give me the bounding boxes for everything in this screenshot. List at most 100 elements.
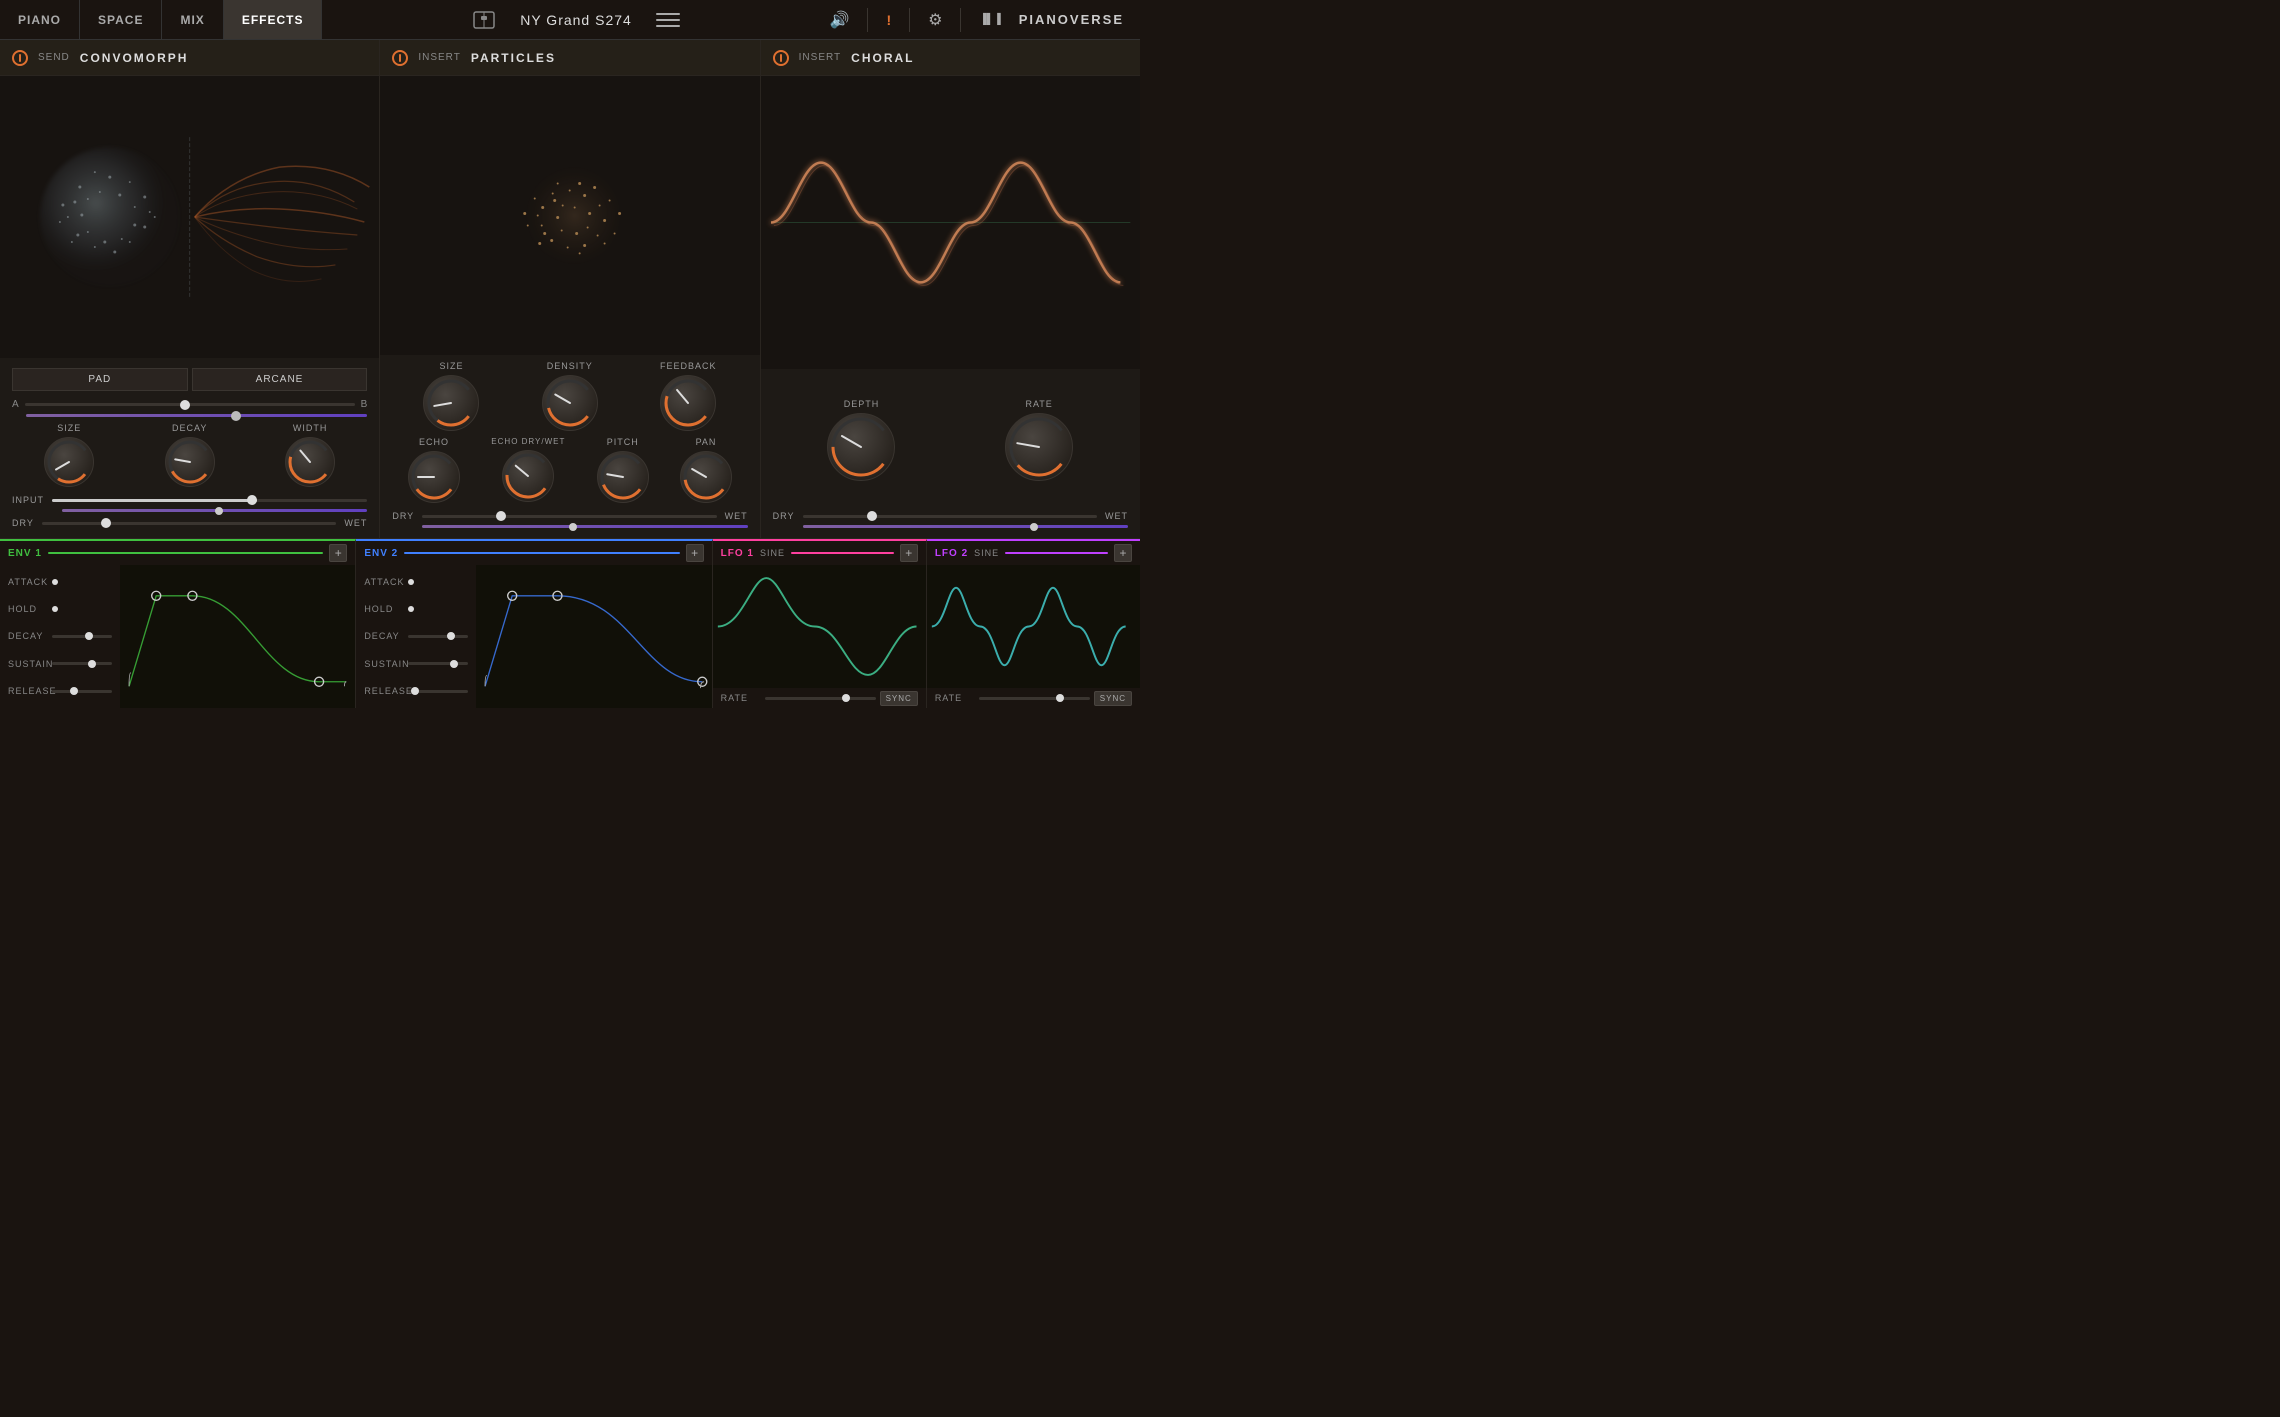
particles-controls: SIZE DENSITY xyxy=(380,355,759,538)
env2-release-thumb[interactable] xyxy=(411,687,419,695)
morph-thumb[interactable] xyxy=(231,411,241,421)
convomorph-panel: SEND CONVOMORPH xyxy=(0,40,380,538)
convomorph-sub-slider[interactable] xyxy=(62,509,367,512)
p-pan-knob-group: PAN xyxy=(680,437,732,503)
particles-dw-track[interactable] xyxy=(422,515,716,518)
env2-decay-track[interactable] xyxy=(408,635,468,638)
p-echo-dw-knob[interactable] xyxy=(502,450,554,502)
lfo1-label: LFO 1 xyxy=(721,548,754,559)
size-knob[interactable] xyxy=(44,437,94,487)
p-size-knob[interactable] xyxy=(423,375,479,431)
input-row: INPUT xyxy=(12,495,367,505)
tab-space[interactable]: SPACE xyxy=(80,0,162,39)
convomorph-wet-label: WET xyxy=(344,518,367,528)
env2-hold-row: HOLD xyxy=(364,601,468,617)
convomorph-dw-track[interactable] xyxy=(42,522,336,525)
lfo2-plus-btn[interactable]: + xyxy=(1114,544,1132,562)
p-pan-label: PAN xyxy=(696,437,717,447)
tab-piano[interactable]: PIANO xyxy=(0,0,80,39)
convomorph-viz xyxy=(0,76,379,358)
speaker-icon[interactable]: 🔊 xyxy=(830,10,850,30)
choral-sub-slider[interactable] xyxy=(803,525,1128,528)
env2-sustain-track[interactable] xyxy=(408,662,468,665)
env2-release-label: RELEASE xyxy=(364,686,404,696)
lfo1-plus-btn[interactable]: + xyxy=(900,544,918,562)
env1-decay-track[interactable] xyxy=(52,635,112,638)
choral-dry-wet: DRY WET xyxy=(773,511,1128,521)
tab-mix[interactable]: MIX xyxy=(162,0,223,39)
p-feedback-knob[interactable] xyxy=(660,375,716,431)
env2-plus-btn[interactable]: + xyxy=(686,544,704,562)
env1-header: ENV 1 + xyxy=(0,541,355,565)
env2-curve xyxy=(476,565,711,708)
lfo2-rate-track[interactable] xyxy=(979,697,1090,700)
p-pitch-knob-group: PITCH xyxy=(597,437,649,503)
ab-label-b: B xyxy=(361,399,368,410)
width-knob[interactable] xyxy=(285,437,335,487)
size-label: SIZE xyxy=(57,423,81,433)
particles-sub-slider[interactable] xyxy=(422,525,747,528)
choral-dry-label: DRY xyxy=(773,511,795,521)
env2-body: ATTACK HOLD DECAY SUSTAIN xyxy=(356,565,711,708)
particles-power[interactable] xyxy=(392,50,408,66)
choral-dw-track[interactable] xyxy=(803,515,1097,518)
lfo1-underline xyxy=(791,552,894,554)
gear-icon[interactable]: ⚙ xyxy=(928,10,942,30)
env1-hold-label: HOLD xyxy=(8,604,48,614)
env1-release-thumb[interactable] xyxy=(70,687,78,695)
p-pitch-knob[interactable] xyxy=(597,451,649,503)
decay-knob[interactable] xyxy=(165,437,215,487)
preset-arcane-btn[interactable]: ARCANE xyxy=(192,368,368,391)
env1-panel: ENV 1 + ATTACK HOLD DECAY xyxy=(0,539,356,708)
env2-decay-thumb[interactable] xyxy=(447,632,455,640)
env1-hold-dot[interactable] xyxy=(52,606,58,612)
convomorph-power[interactable] xyxy=(12,50,28,66)
preset-pad-btn[interactable]: PAD xyxy=(12,368,188,391)
env2-attack-row: ATTACK xyxy=(364,574,468,590)
choral-controls: DEPTH RATE xyxy=(761,369,1140,538)
env1-decay-thumb[interactable] xyxy=(85,632,93,640)
convomorph-dw-thumb[interactable] xyxy=(101,518,111,528)
lfo1-sync-btn[interactable]: SYNC xyxy=(880,691,918,706)
lfo2-rate-thumb[interactable] xyxy=(1056,694,1064,702)
env2-header: ENV 2 + xyxy=(356,541,711,565)
env2-sustain-thumb[interactable] xyxy=(450,660,458,668)
p-echo-dw-label: ECHO DRY/WET xyxy=(491,437,565,446)
input-slider[interactable] xyxy=(52,499,367,502)
env1-sustain-track[interactable] xyxy=(52,662,112,665)
ab-slider-thumb[interactable] xyxy=(180,400,190,410)
lfo2-header: LFO 2 SINE + xyxy=(927,541,1140,565)
lfo2-viz xyxy=(927,565,1140,688)
tab-effects[interactable]: EFFECTS xyxy=(224,0,323,39)
ab-slider-row: A B xyxy=(12,399,367,410)
lfo1-rate-track[interactable] xyxy=(765,697,876,700)
lfo1-rate-label: RATE xyxy=(721,693,761,703)
depth-knob[interactable] xyxy=(827,413,895,481)
exclaim-icon[interactable]: ! xyxy=(886,12,891,28)
env2-hold-dot[interactable] xyxy=(408,606,414,612)
p-echo-knob[interactable] xyxy=(408,451,460,503)
p-echo-knob-group: ECHO xyxy=(408,437,460,503)
lfo2-sine-label: SINE xyxy=(974,548,999,558)
env1-sustain-thumb[interactable] xyxy=(88,660,96,668)
env2-release-track[interactable] xyxy=(408,690,468,693)
lfo2-underline xyxy=(1005,552,1108,554)
env1-plus-btn[interactable]: + xyxy=(329,544,347,562)
lfo1-rate-thumb[interactable] xyxy=(842,694,850,702)
choral-dw-thumb[interactable] xyxy=(867,511,877,521)
env1-release-track[interactable] xyxy=(52,690,112,693)
rate-knob[interactable] xyxy=(1005,413,1073,481)
top-navigation: PIANO SPACE MIX EFFECTS NY Grand S274 🔊 … xyxy=(0,0,1140,40)
choral-power[interactable] xyxy=(773,50,789,66)
morph-slider-track[interactable] xyxy=(26,414,367,417)
env1-attack-dot[interactable] xyxy=(52,579,58,585)
env1-sliders: ATTACK HOLD DECAY SUSTAIN xyxy=(0,565,120,708)
env2-attack-dot[interactable] xyxy=(408,579,414,585)
hamburger-button[interactable] xyxy=(652,4,684,36)
env2-panel: ENV 2 + ATTACK HOLD DECAY xyxy=(356,539,712,708)
particles-dw-thumb[interactable] xyxy=(496,511,506,521)
p-pan-knob[interactable] xyxy=(680,451,732,503)
ab-slider-track[interactable] xyxy=(25,403,355,406)
lfo2-sync-btn[interactable]: SYNC xyxy=(1094,691,1132,706)
p-density-knob[interactable] xyxy=(542,375,598,431)
